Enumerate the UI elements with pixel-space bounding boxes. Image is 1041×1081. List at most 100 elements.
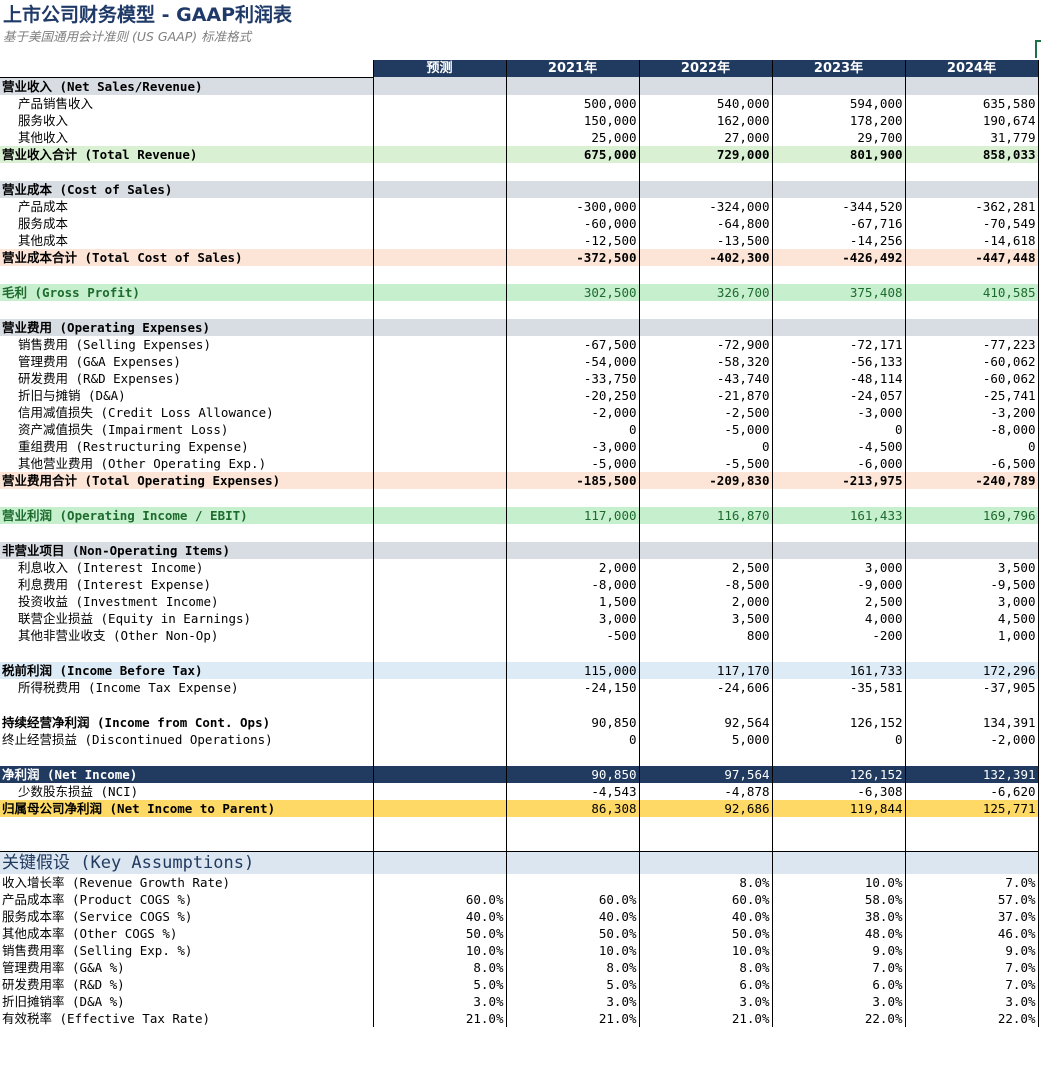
value-cell[interactable]: 7.0% [904, 874, 1039, 891]
value-cell[interactable]: 635,580 [904, 94, 1039, 112]
value-cell[interactable] [771, 488, 905, 507]
value-cell[interactable]: 126,152 [771, 713, 905, 731]
value-cell[interactable] [505, 318, 639, 336]
row-label-cell[interactable]: 营业收入合计 (Total Revenue) [0, 145, 373, 163]
row-label-cell[interactable]: 其他成本率 (Other COGS %) [0, 925, 373, 942]
value-cell[interactable]: 22.0% [904, 1010, 1039, 1027]
value-cell[interactable] [372, 575, 506, 593]
value-cell[interactable]: -3,000 [771, 403, 905, 421]
value-cell[interactable]: 2,000 [505, 558, 639, 576]
row-label-cell[interactable]: 研发费用 (R&D Expenses) [0, 370, 373, 387]
value-cell[interactable] [372, 541, 506, 559]
header-blank-cell[interactable] [0, 60, 373, 78]
value-cell[interactable]: 50.0% [372, 925, 506, 942]
value-cell[interactable]: -6,000 [771, 454, 905, 472]
value-cell[interactable]: 38.0% [771, 908, 905, 925]
value-cell[interactable] [904, 523, 1039, 542]
value-cell[interactable] [372, 678, 506, 696]
value-cell[interactable] [771, 523, 905, 542]
row-label-cell[interactable] [0, 163, 373, 181]
value-cell[interactable]: -54,000 [505, 352, 639, 370]
value-cell[interactable]: -5,500 [638, 454, 772, 472]
value-cell[interactable]: 326,700 [638, 283, 772, 301]
row-label-cell[interactable]: 其他非营业收支 (Other Non-Op) [0, 627, 373, 644]
value-cell[interactable]: -6,620 [904, 782, 1039, 800]
value-cell[interactable] [771, 695, 905, 714]
value-cell[interactable] [372, 111, 506, 129]
value-cell[interactable]: 37.0% [904, 908, 1039, 925]
value-cell[interactable]: -60,000 [505, 214, 639, 232]
value-cell[interactable] [372, 506, 506, 524]
row-label-cell[interactable]: 联营企业损益 (Equity in Earnings) [0, 610, 373, 627]
value-cell[interactable]: -2,000 [505, 403, 639, 421]
value-cell[interactable]: 58.0% [771, 891, 905, 908]
value-cell[interactable]: -24,606 [638, 678, 772, 696]
value-cell[interactable]: 0 [638, 437, 772, 455]
row-label-cell[interactable] [0, 644, 373, 662]
row-label-cell[interactable]: 其他收入 [0, 129, 373, 146]
row-label-cell[interactable]: 净利润 (Net Income) [0, 765, 373, 783]
value-cell[interactable]: -8,500 [638, 575, 772, 593]
value-cell[interactable] [372, 488, 506, 507]
value-cell[interactable]: 375,408 [771, 283, 905, 301]
value-cell[interactable]: -9,000 [771, 575, 905, 593]
value-cell[interactable]: -372,500 [505, 248, 639, 266]
value-cell[interactable] [638, 265, 772, 284]
value-cell[interactable] [638, 300, 772, 319]
value-cell[interactable] [372, 730, 506, 748]
value-cell[interactable]: -300,000 [505, 197, 639, 215]
value-cell[interactable]: -67,500 [505, 335, 639, 353]
value-cell[interactable]: 302,500 [505, 283, 639, 301]
value-cell[interactable] [372, 834, 506, 852]
row-label-cell[interactable]: 折旧与摊销 (D&A) [0, 387, 373, 404]
value-cell[interactable]: 675,000 [505, 145, 639, 163]
value-cell[interactable] [904, 541, 1039, 559]
value-cell[interactable] [372, 403, 506, 421]
value-cell[interactable]: 50.0% [505, 925, 639, 942]
value-cell[interactable]: -24,150 [505, 678, 639, 696]
row-label-cell[interactable]: 税前利润 (Income Before Tax) [0, 661, 373, 679]
value-cell[interactable] [372, 77, 506, 95]
row-label-cell[interactable]: 关键假设 (Key Assumptions) [0, 851, 373, 874]
value-cell[interactable]: -14,256 [771, 231, 905, 249]
value-cell[interactable]: -6,308 [771, 782, 905, 800]
value-cell[interactable] [505, 874, 639, 891]
row-label-cell[interactable] [0, 489, 373, 507]
value-cell[interactable]: -43,740 [638, 369, 772, 387]
value-cell[interactable] [771, 180, 905, 198]
value-cell[interactable]: 10.0% [505, 942, 639, 959]
value-cell[interactable]: -25,741 [904, 386, 1039, 404]
value-cell[interactable]: 21.0% [372, 1010, 506, 1027]
value-cell[interactable]: -12,500 [505, 231, 639, 249]
value-cell[interactable]: 9.0% [904, 942, 1039, 959]
row-label-cell[interactable]: 产品销售收入 [0, 95, 373, 112]
row-label-cell[interactable]: 其他营业费用 (Other Operating Exp.) [0, 455, 373, 472]
value-cell[interactable]: -324,000 [638, 197, 772, 215]
row-label-cell[interactable]: 服务成本 [0, 215, 373, 232]
value-cell[interactable]: 60.0% [372, 891, 506, 908]
value-cell[interactable] [372, 713, 506, 731]
row-label-cell[interactable]: 服务收入 [0, 112, 373, 129]
value-cell[interactable]: -3,000 [505, 437, 639, 455]
value-cell[interactable]: 150,000 [505, 111, 639, 129]
value-cell[interactable] [372, 437, 506, 455]
value-cell[interactable]: -402,300 [638, 248, 772, 266]
column-header[interactable]: 2022年 [638, 60, 772, 77]
value-cell[interactable]: 3.0% [372, 993, 506, 1010]
value-cell[interactable]: 60.0% [638, 891, 772, 908]
value-cell[interactable]: -9,500 [904, 575, 1039, 593]
row-label-cell[interactable]: 有效税率 (Effective Tax Rate) [0, 1010, 373, 1027]
value-cell[interactable]: -4,878 [638, 782, 772, 800]
column-header[interactable]: 预测 [372, 60, 506, 77]
row-label-cell[interactable]: 非营业项目 (Non-Operating Items) [0, 541, 373, 559]
value-cell[interactable]: -64,800 [638, 214, 772, 232]
value-cell[interactable] [505, 180, 639, 198]
value-cell[interactable]: 3,000 [505, 609, 639, 627]
value-cell[interactable] [372, 471, 506, 489]
value-cell[interactable]: 1,000 [904, 626, 1039, 644]
value-cell[interactable]: 117,000 [505, 506, 639, 524]
value-cell[interactable]: -35,581 [771, 678, 905, 696]
value-cell[interactable] [372, 816, 506, 835]
value-cell[interactable] [771, 318, 905, 336]
value-cell[interactable] [372, 695, 506, 714]
